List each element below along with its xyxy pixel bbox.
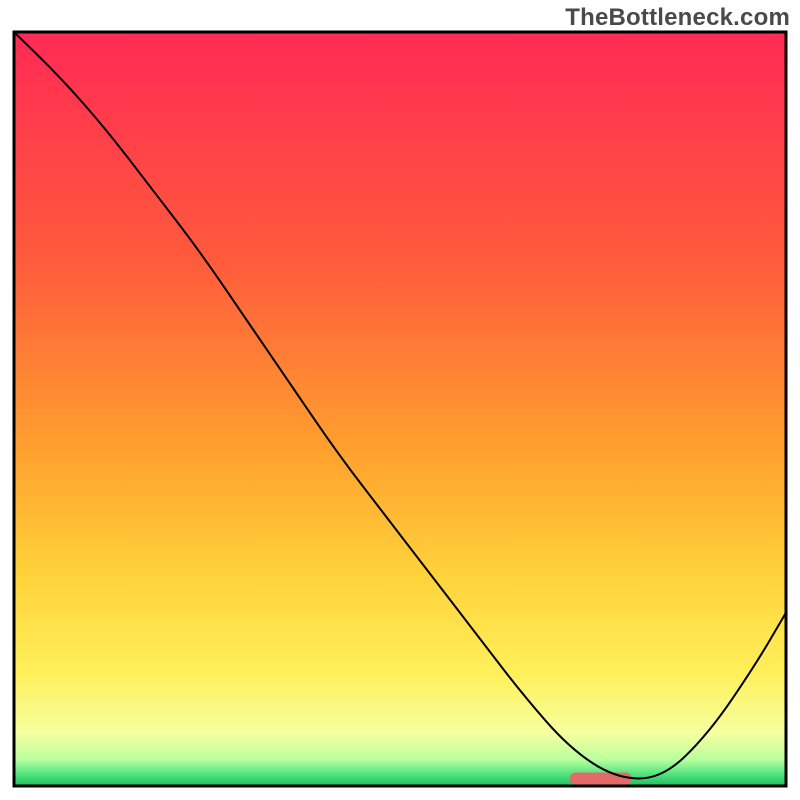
plot-area	[14, 32, 786, 786]
optimal-range-marker	[570, 772, 632, 784]
bottleneck-chart	[0, 0, 800, 800]
chart-container: TheBottleneck.com	[0, 0, 800, 800]
gradient-background	[14, 32, 786, 786]
watermark-text: TheBottleneck.com	[565, 4, 790, 32]
